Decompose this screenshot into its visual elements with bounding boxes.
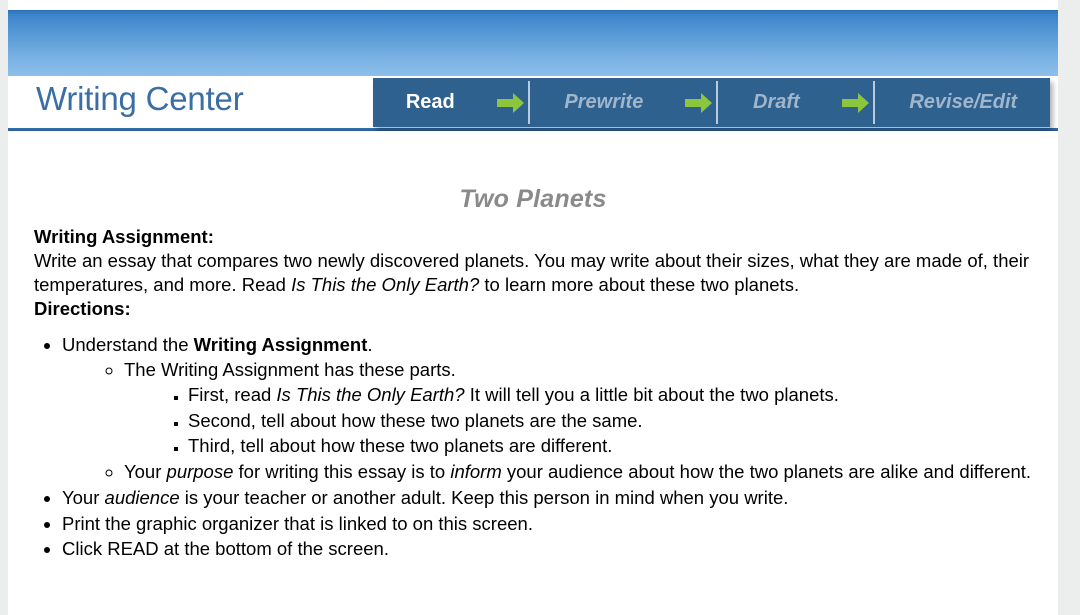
step-first-pre: First, read — [188, 383, 277, 405]
purpose-emphasis: purpose — [166, 461, 234, 483]
reading-title: Is This the Only Earth? — [276, 383, 465, 405]
assignment-block: Writing Assignment: Write an essay that … — [8, 225, 1058, 321]
reading-title: Is This the Only Earth? — [291, 274, 480, 296]
directions-list: Understand the Writing Assignment. The W… — [8, 333, 1058, 562]
tab-read[interactable]: Read — [373, 78, 488, 127]
arrow-right-icon — [488, 78, 532, 127]
audience-emphasis: audience — [104, 486, 180, 508]
arrow-right-icon — [833, 78, 877, 127]
page-root: Writing Center Read Prewrite Draft Revis… — [0, 0, 1080, 615]
assignment-paragraph: Write an essay that compares two newly d… — [34, 249, 1036, 297]
directions-sub-sublist: First, read Is This the Only Earth? It w… — [124, 383, 1058, 459]
directions-label: Directions: — [34, 298, 131, 320]
inform-emphasis: inform — [450, 461, 502, 483]
list-item: Your purpose for writing this essay is t… — [124, 460, 1058, 485]
step-nav: Read Prewrite Draft Revise/Edit — [373, 78, 1050, 127]
purpose-text-a: Your — [124, 461, 167, 483]
directions-sublist: The Writing Assignment has these parts. … — [62, 358, 1058, 485]
tab-draft[interactable]: Draft — [720, 78, 832, 127]
site-logo: Writing Center — [36, 80, 244, 117]
audience-text-a: Your — [62, 486, 105, 508]
assignment-label: Writing Assignment: — [34, 226, 214, 247]
list-item: The Writing Assignment has these parts. … — [124, 358, 1058, 459]
purpose-text-c: your audience about how the two planets … — [501, 461, 1032, 483]
bullet-understand-pre: Understand the — [62, 334, 194, 356]
page-title: Two Planets — [459, 185, 607, 213]
tab-prewrite[interactable]: Prewrite — [532, 78, 677, 127]
list-item: Click READ at the bottom of the screen. — [62, 537, 1058, 562]
list-item: Second, tell about how these two planets… — [188, 409, 1058, 434]
list-item: Understand the Writing Assignment. The W… — [62, 333, 1058, 485]
step-first-post: It will tell you a little bit about the … — [464, 383, 839, 405]
audience-text-b: is your teacher or another adult. Keep t… — [179, 486, 789, 508]
bullet-understand-post: . — [367, 334, 373, 356]
header-divider — [8, 128, 1058, 130]
top-banner — [8, 10, 1058, 77]
bullet-understand-bold: Writing Assignment — [193, 334, 368, 356]
list-item: Your audience is your teacher or another… — [62, 486, 1058, 511]
tab-revise-edit[interactable]: Revise/Edit — [877, 78, 1051, 127]
list-item: Print the graphic organizer that is link… — [62, 512, 1058, 537]
assignment-text-part-2: to learn more about these two planets. — [479, 274, 800, 296]
document-body: Two Planets Writing Assignment: Write an… — [8, 131, 1058, 615]
list-item: Third, tell about how these two planets … — [188, 434, 1058, 459]
arrow-right-icon — [676, 78, 720, 127]
list-item: First, read Is This the Only Earth? It w… — [188, 383, 1058, 408]
sub-parts-label: The Writing Assignment has these parts. — [124, 358, 456, 380]
purpose-text-b: for writing this essay is to — [233, 461, 451, 483]
